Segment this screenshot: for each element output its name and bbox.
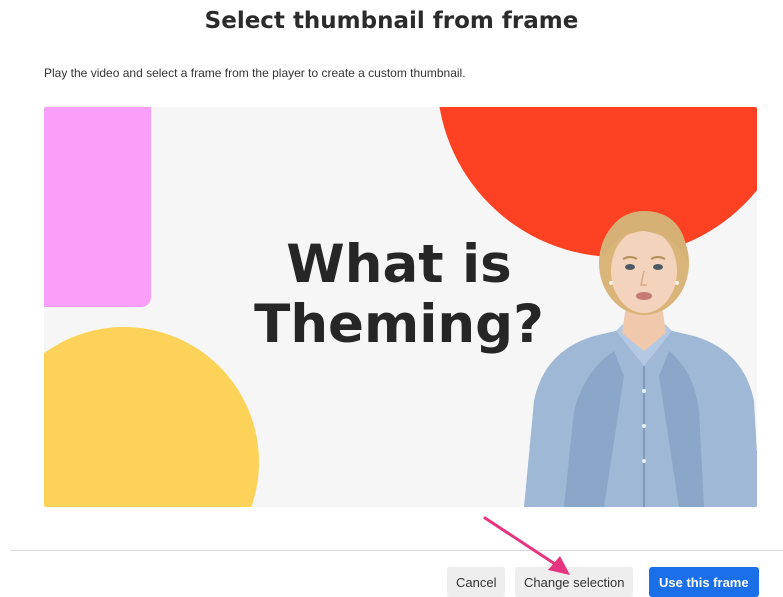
use-this-frame-button[interactable]: Use this frame <box>649 567 759 597</box>
yellow-circle-shape <box>44 327 259 507</box>
dialog-title: Select thumbnail from frame <box>204 8 579 34</box>
dialog-description: Play the video and select a frame from t… <box>44 66 466 80</box>
footer-divider <box>10 550 783 551</box>
thumbnail-dialog: Select thumbnail from frame Play the vid… <box>0 0 783 597</box>
presenter-figure <box>524 211 757 507</box>
pink-shape <box>44 107 151 307</box>
change-selection-button[interactable]: Change selection <box>515 567 634 597</box>
cancel-button[interactable]: Cancel <box>447 567 506 597</box>
video-player[interactable]: What is Theming? <box>44 107 757 507</box>
